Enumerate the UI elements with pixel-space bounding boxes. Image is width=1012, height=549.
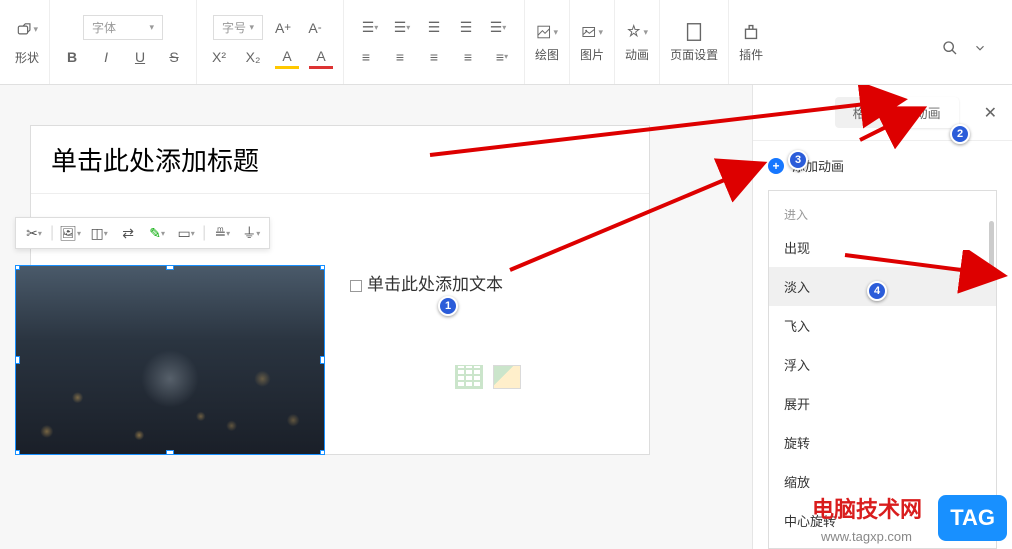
page-label: 页面设置 <box>670 46 718 63</box>
anim-item-expand[interactable]: 展开 <box>769 384 996 423</box>
more-icon[interactable] <box>973 41 987 60</box>
superscript-button[interactable]: X² <box>207 45 231 69</box>
badge-2: 2 <box>950 124 970 144</box>
shape-group: ▾ 形状 <box>5 0 50 84</box>
italic-button[interactable]: I <box>94 45 118 69</box>
align-right-button[interactable]: ≡ <box>422 45 446 69</box>
plus-icon: + <box>768 158 784 174</box>
underline-button[interactable]: U <box>128 45 152 69</box>
font-group: 字体▾ B I U S <box>50 0 197 84</box>
anim-item-flyin[interactable]: 飞入 <box>769 306 996 345</box>
canvas[interactable]: 单击此处添加标题 ✂▾ | 🖼▾ ◫▾ ⇄ ✎▾ ▭▾ | ≞▾ ⏚▾ <box>0 85 752 549</box>
number-list-button[interactable]: ☰▾ <box>390 16 414 40</box>
paragraph-group: ☰▾ ☰▾ ☰ ☰ ☰▾ ≡ ≡ ≡ ≡ ≡▾ <box>344 0 525 84</box>
text-placeholder[interactable]: 单击此处添加文本 <box>350 270 630 295</box>
increase-indent-button[interactable]: ☰ <box>454 16 478 40</box>
bullet-list-button[interactable]: ☰▾ <box>358 16 382 40</box>
image-group: ▾ 图片 <box>570 0 615 84</box>
panel-tabs: 格式 动画 <box>835 97 959 128</box>
content-placeholders <box>455 365 521 389</box>
crop-tool[interactable]: ✂▾ <box>21 221 47 245</box>
resize-handle-tm[interactable] <box>166 265 174 270</box>
plugin-label: 插件 <box>739 46 763 63</box>
tab-animation[interactable]: 动画 <box>897 97 959 128</box>
tag-badge: TAG <box>938 495 1007 541</box>
draw-group: ▾ 绘图 <box>525 0 570 84</box>
anim-item-floatin[interactable]: 浮入 <box>769 345 996 384</box>
anim-group-tb: ▾ 动画 <box>615 0 660 84</box>
plugin-icon[interactable] <box>740 21 762 43</box>
line-spacing-button[interactable]: ☰▾ <box>486 16 510 40</box>
flip-tool[interactable]: ⇄ <box>115 221 141 245</box>
highlight-button[interactable]: A <box>275 45 299 69</box>
watermark-name: 电脑技术网 <box>812 492 922 524</box>
resize-handle-bl[interactable] <box>15 450 20 455</box>
resize-handle-ml[interactable] <box>15 356 20 364</box>
resize-handle-br[interactable] <box>320 450 325 455</box>
increase-font-button[interactable]: A+ <box>271 16 295 40</box>
align-center-button[interactable]: ≡ <box>388 45 412 69</box>
plugin-group: 插件 <box>729 0 773 84</box>
table-placeholder-icon[interactable] <box>455 365 483 389</box>
watermark-url: www.tagxp.com <box>821 529 912 544</box>
anim-icon[interactable]: ▾ <box>626 21 648 43</box>
display-tool[interactable]: ▭▾ <box>173 221 199 245</box>
anim-item-appear[interactable]: 出现 <box>769 228 996 267</box>
align-left-button[interactable]: ≡ <box>354 45 378 69</box>
shape-icon[interactable]: ▾ <box>16 19 38 41</box>
resize-handle-bm[interactable] <box>166 450 174 455</box>
size-group: 字号▾ A+ A- X² X₂ A A <box>197 0 344 84</box>
font-select[interactable]: 字体▾ <box>83 15 163 40</box>
scrollbar-thumb[interactable] <box>989 221 994 281</box>
badge-4: 4 <box>867 281 887 301</box>
anim-label-tb: 动画 <box>625 46 649 63</box>
anim-category-in: 进入 <box>769 201 996 228</box>
subscript-button[interactable]: X₂ <box>241 45 265 69</box>
page-setup-icon[interactable] <box>683 21 705 43</box>
search-icon[interactable] <box>942 40 958 61</box>
decrease-font-button[interactable]: A- <box>303 16 327 40</box>
resize-handle-tr[interactable] <box>320 265 325 270</box>
tab-format[interactable]: 格式 <box>835 97 897 128</box>
shape-label: 形状 <box>15 49 39 66</box>
image-icon[interactable]: ▾ <box>581 21 603 43</box>
decrease-indent-button[interactable]: ☰ <box>422 16 446 40</box>
pen-tool[interactable]: ✎▾ <box>144 221 170 245</box>
align-justify-button[interactable]: ≡ <box>456 45 480 69</box>
image-placeholder-icon[interactable] <box>493 365 521 389</box>
resize-handle-tl[interactable] <box>15 265 20 270</box>
image-toolbar: ✂▾ | 🖼▾ ◫▾ ⇄ ✎▾ ▭▾ | ≞▾ ⏚▾ <box>15 217 270 249</box>
size-select[interactable]: 字号▾ <box>213 15 263 40</box>
resize-handle-mr[interactable] <box>320 356 325 364</box>
image-label: 图片 <box>580 46 604 63</box>
page-group: 页面设置 <box>660 0 729 84</box>
shape-tool[interactable]: ◫▾ <box>86 221 112 245</box>
selected-image[interactable] <box>15 265 325 455</box>
draw-label: 绘图 <box>535 46 559 63</box>
plugin-tool[interactable]: ⏚▾ <box>238 221 264 245</box>
image-tool[interactable]: 🖼▾ <box>57 221 83 245</box>
vertical-align-button[interactable]: ≡▾ <box>490 45 514 69</box>
badge-3: 3 <box>788 150 808 170</box>
title-placeholder[interactable]: 单击此处添加标题 <box>31 126 649 194</box>
anim-item-rotate[interactable]: 旋转 <box>769 423 996 462</box>
strikethrough-button[interactable]: S <box>162 45 186 69</box>
badge-1: 1 <box>438 296 458 316</box>
draw-icon[interactable]: ▾ <box>536 21 558 43</box>
align-tool[interactable]: ≞▾ <box>209 221 235 245</box>
font-color-button[interactable]: A <box>309 45 333 69</box>
bold-button[interactable]: B <box>60 45 84 69</box>
close-panel-button[interactable]: ✕ <box>984 103 997 123</box>
